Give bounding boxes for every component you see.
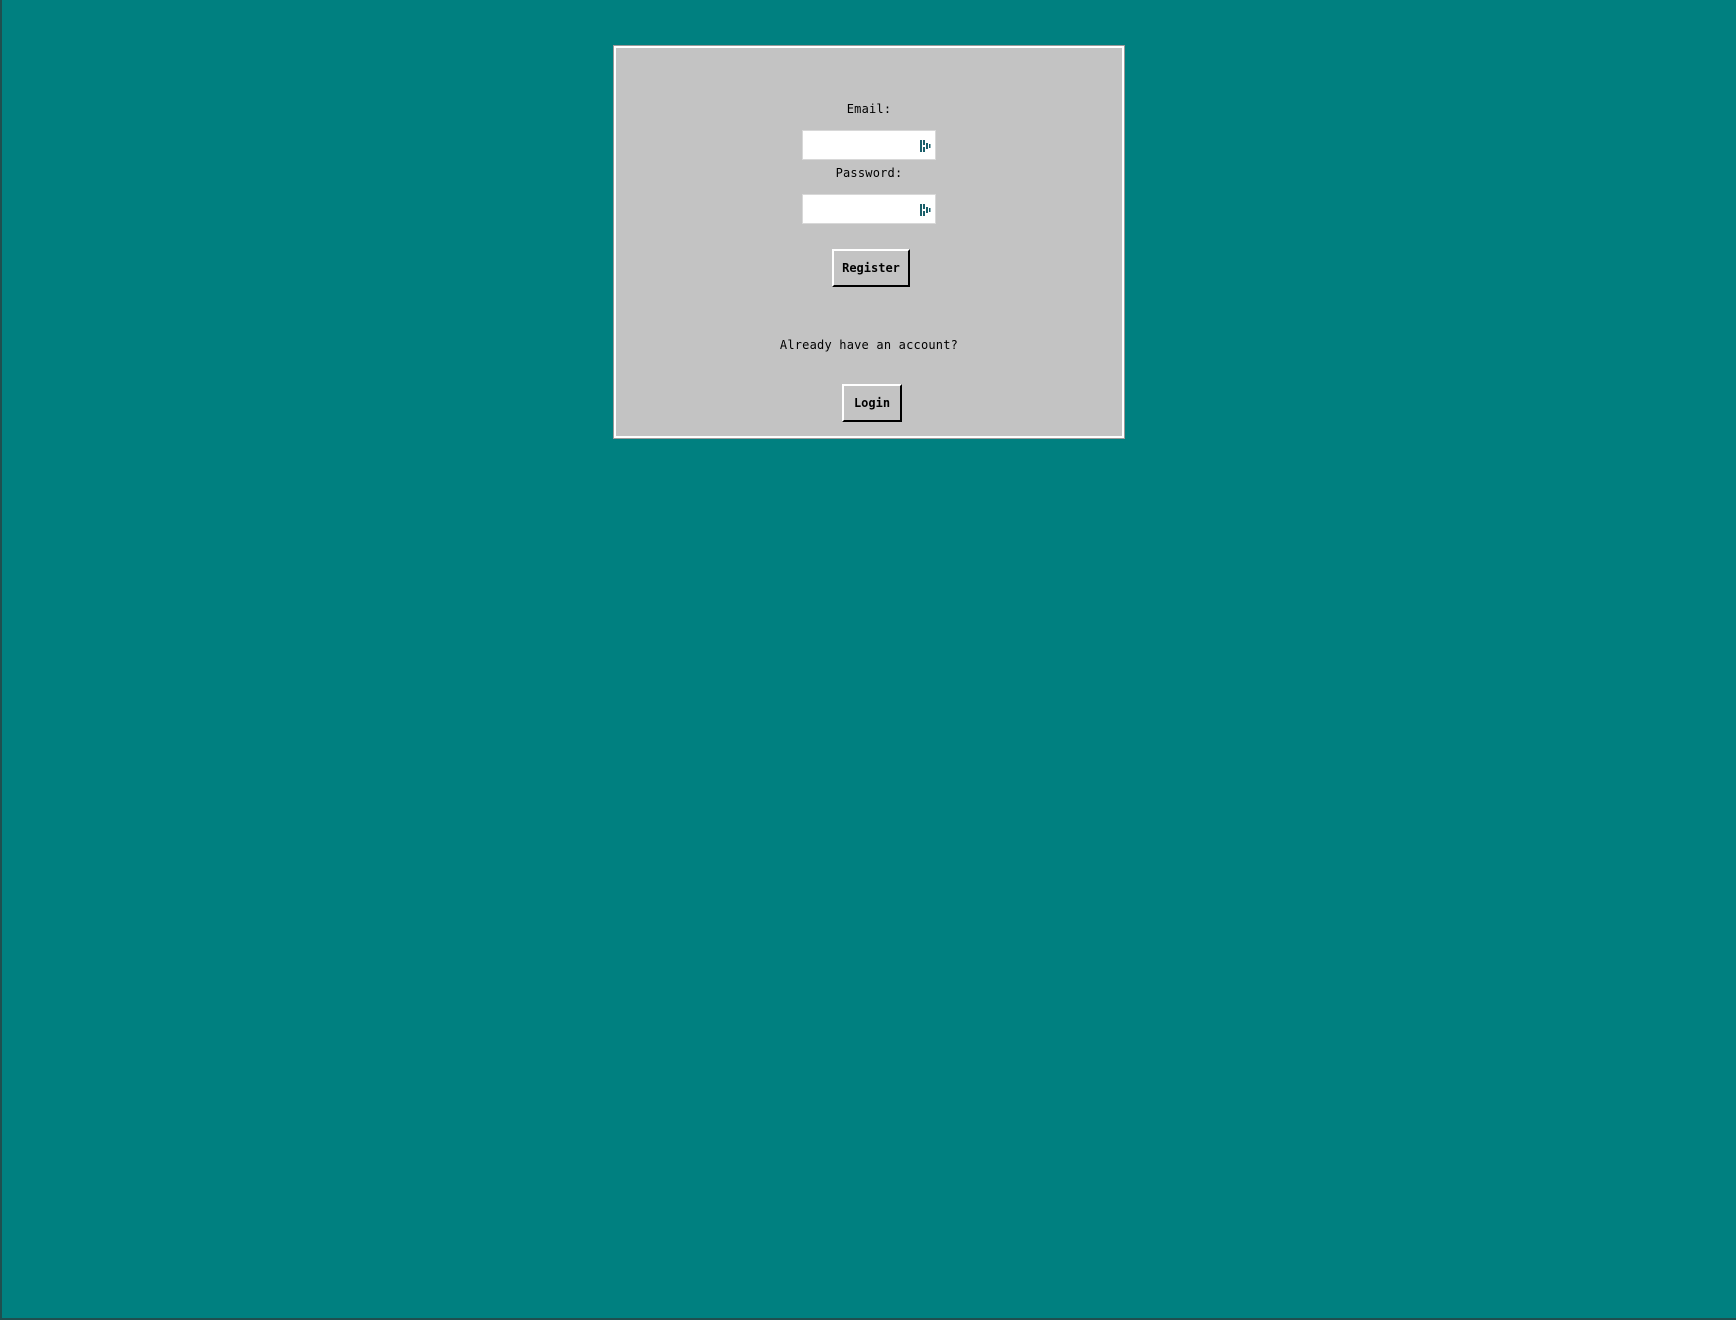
login-prompt-text: Already have an account?	[779, 338, 959, 352]
email-input[interactable]	[803, 131, 915, 159]
password-manager-icon[interactable]	[919, 203, 931, 217]
email-field[interactable]	[802, 130, 936, 160]
login-button[interactable]: Login	[842, 384, 902, 422]
register-button[interactable]: Register	[832, 249, 910, 287]
password-manager-icon[interactable]	[919, 139, 931, 153]
email-label: Email:	[846, 102, 892, 116]
password-input[interactable]	[803, 195, 915, 223]
password-label: Password:	[835, 166, 903, 180]
register-panel: Email: Password: Register Already have a…	[614, 46, 1124, 438]
password-field[interactable]	[802, 194, 936, 224]
